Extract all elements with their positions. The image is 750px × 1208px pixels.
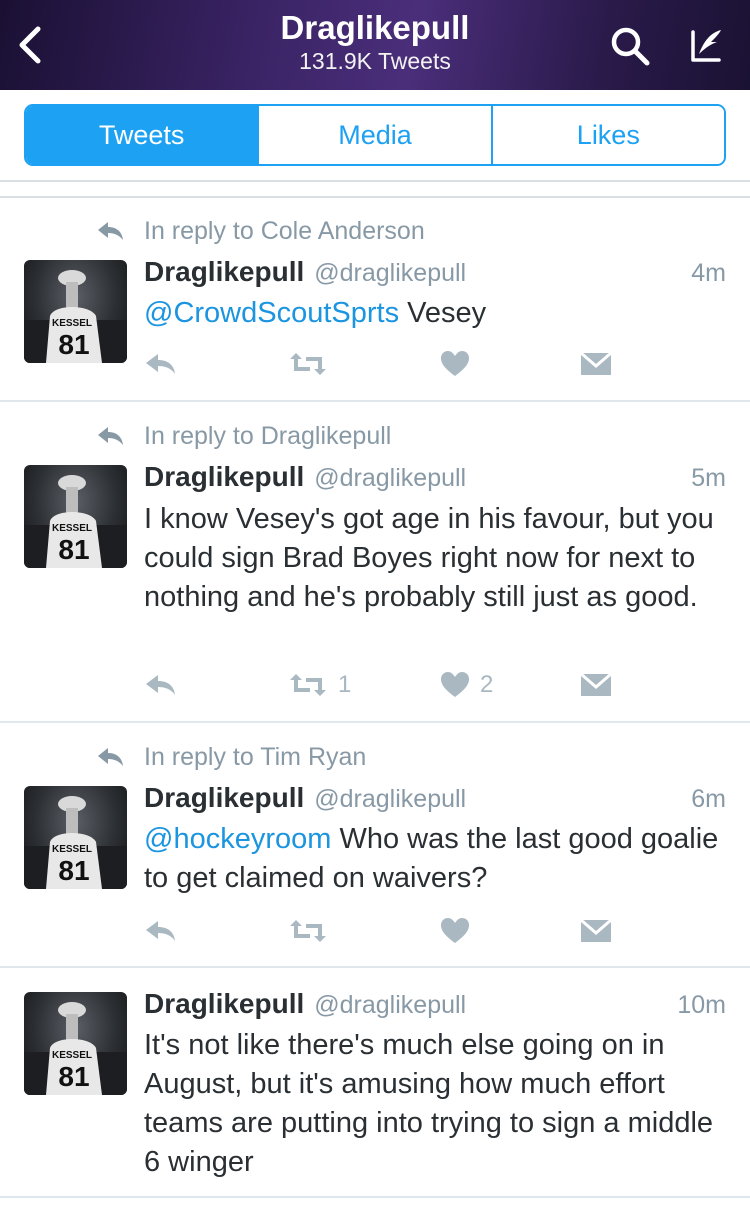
reply-to-text: In reply to Draglikepull [144,421,392,450]
svg-text:KESSEL: KESSEL [52,1050,92,1061]
reply-arrow-icon [96,424,130,448]
display-name[interactable]: Draglikepull [144,988,304,1020]
user-handle[interactable]: @draglikepull [314,785,466,814]
retweet-count: 1 [338,671,352,698]
profile-header: Draglikepull 131.9K Tweets [0,0,750,90]
tweet-header: Draglikepull @draglikepull 6m [144,782,726,816]
svg-text:KESSEL: KESSEL [52,318,92,329]
svg-text:81: 81 [58,329,89,360]
reply-context[interactable]: In reply to Tim Ryan [96,742,366,772]
svg-text:81: 81 [58,1061,89,1092]
direct-message-icon[interactable] [580,913,612,949]
user-handle[interactable]: @draglikepull [314,259,466,288]
tweet-time: 5m [691,464,726,492]
retweet-icon[interactable] [288,913,338,949]
reply-icon[interactable] [144,346,178,382]
tweet-time: 6m [691,785,726,813]
like-icon[interactable] [440,913,480,949]
timeline-top-divider [0,196,750,198]
reply-context[interactable]: In reply to Cole Anderson [96,216,425,246]
reply-icon[interactable] [144,667,178,703]
svg-text:KESSEL: KESSEL [52,523,92,534]
tweet-header: Draglikepull @draglikepull 10m [144,988,726,1022]
reply-arrow-icon [96,745,130,769]
profile-tabs: Tweets Media Likes [24,104,726,166]
svg-text:KESSEL: KESSEL [52,844,92,855]
tabs-divider [0,180,750,182]
tweet-text: @hockeyroom Who was the last good goalie… [144,820,734,898]
like-icon[interactable] [440,346,480,382]
search-icon[interactable] [606,22,654,70]
direct-message-icon[interactable] [580,667,612,703]
direct-message-icon[interactable] [580,346,612,382]
tweet-time: 10m [677,991,726,1019]
tab-likes[interactable]: Likes [490,106,724,164]
retweet-icon[interactable]: 1 [288,667,351,703]
tweet-body: Vesey [399,297,487,329]
user-handle[interactable]: @draglikepull [314,991,466,1020]
svg-text:81: 81 [58,534,89,565]
avatar[interactable]: 81 KESSEL [24,260,127,363]
reply-to-text: In reply to Cole Anderson [144,216,425,245]
like-icon[interactable]: 2 [440,667,493,703]
compose-icon[interactable] [680,22,730,70]
user-handle[interactable]: @draglikepull [314,464,466,493]
tweet-divider [0,400,750,402]
display-name[interactable]: Draglikepull [144,782,304,814]
tweet-text: I know Vesey's got age in his favour, bu… [144,500,734,617]
tab-tweets[interactable]: Tweets [26,106,258,164]
reply-arrow-icon [96,219,130,243]
tweet-actions: 1 2 [144,667,614,703]
tweet-actions [144,913,614,949]
tweet-text: @CrowdScoutSprts Vesey [144,294,734,333]
retweet-icon[interactable] [288,346,338,382]
reply-context[interactable]: In reply to Draglikepull [96,421,391,451]
mention-link[interactable]: @CrowdScoutSprts [144,297,399,329]
tweet-time: 4m [691,259,726,287]
avatar[interactable]: 81 KESSEL [24,992,127,1095]
avatar[interactable]: 81 KESSEL [24,786,127,889]
tweet-header: Draglikepull @draglikepull 4m [144,256,726,290]
tweet-actions [144,346,614,382]
avatar[interactable]: 81 KESSEL [24,465,127,568]
display-name[interactable]: Draglikepull [144,256,304,288]
like-count: 2 [480,671,494,698]
reply-icon[interactable] [144,913,178,949]
mention-link[interactable]: @hockeyroom [144,823,331,855]
tweet-divider [0,721,750,723]
tab-media[interactable]: Media [257,106,491,164]
tweet-text: It's not like there's much else going on… [144,1026,734,1182]
tweet-header: Draglikepull @draglikepull 5m [144,461,726,495]
tweet-body: It's not like there's much else going on… [144,1029,714,1178]
tweet-divider [0,1196,750,1198]
display-name[interactable]: Draglikepull [144,461,304,493]
svg-text:81: 81 [58,855,89,886]
tweet-body: I know Vesey's got age in his favour, bu… [144,503,714,613]
reply-to-text: In reply to Tim Ryan [144,742,367,771]
tweet-divider [0,966,750,968]
